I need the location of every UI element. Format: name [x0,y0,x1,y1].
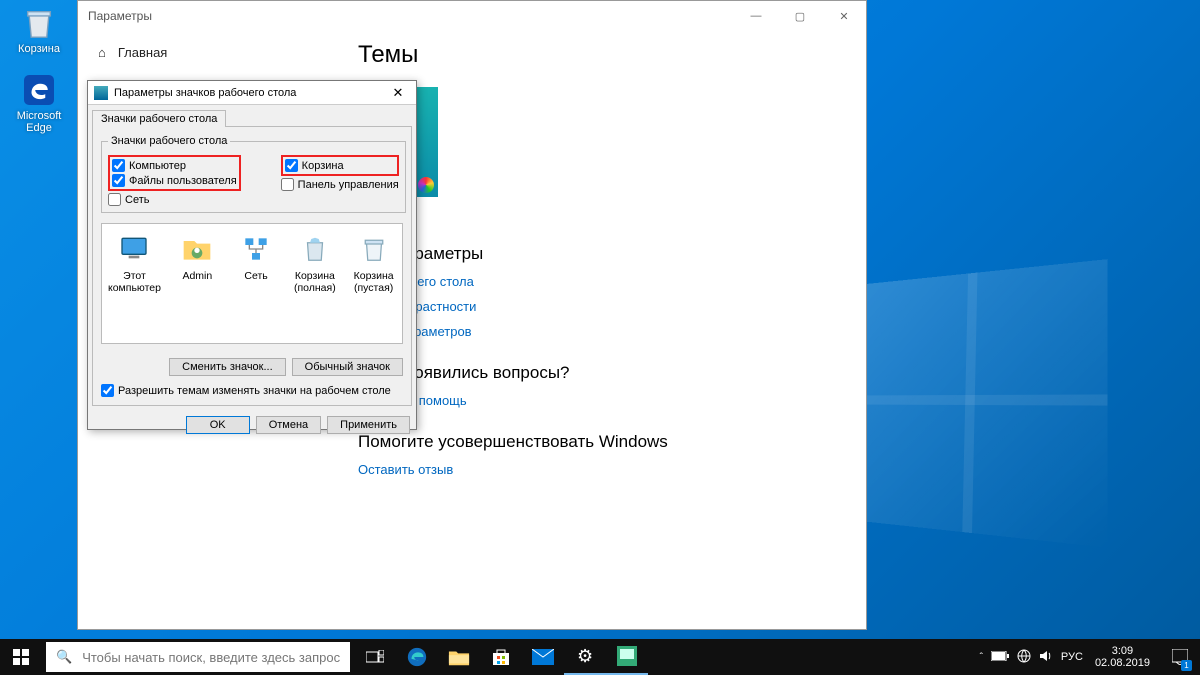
icons-group: Значки рабочего стола Компьютер Файлы по… [101,135,406,213]
checkbox-user-files[interactable]: Файлы пользователя [112,174,237,187]
taskbar-app-settings[interactable]: ⚙ [564,639,606,675]
search-icon: 🔍 [56,649,72,665]
partial-text: вуки [358,205,846,220]
sidebar-home[interactable]: ⌂ Главная [88,41,338,76]
change-icon-button[interactable]: Сменить значок... [169,358,286,376]
section-improve-title: Помогите усовершенствовать Windows [358,432,846,452]
desktop-icon-label: Корзина [18,43,60,55]
tray-battery-icon[interactable] [991,651,1009,664]
window-titlebar[interactable]: Параметры — ▢ ✕ [78,1,866,31]
dialog-title: Параметры значков рабочего стола [114,87,296,99]
taskbar-app-store[interactable] [480,639,522,675]
notification-badge: 1 [1181,660,1192,671]
link-feedback[interactable]: Оставить отзыв [358,462,846,477]
dialog-close-button[interactable]: ✕ [386,85,410,101]
notifications-button[interactable]: 1 [1162,639,1198,675]
start-button[interactable] [0,639,42,675]
network-icon [239,232,273,266]
home-icon: ⌂ [98,45,106,60]
icon-item-network[interactable]: Сеть [234,232,279,282]
search-placeholder: Чтобы начать поиск, введите здесь запрос [82,650,340,665]
ok-button[interactable]: OK [186,416,250,434]
dialog-titlebar[interactable]: Параметры значков рабочего стола ✕ [88,81,416,105]
default-icon-button[interactable]: Обычный значок [292,358,403,376]
section-questions-title: У вас появились вопросы? [358,363,846,383]
desktop-icon-recycle-bin[interactable]: Корзина [10,6,68,55]
tab-desktop-icons[interactable]: Значки рабочего стола [92,110,226,127]
clock-time: 3:09 [1095,645,1150,657]
icon-item-bin-empty[interactable]: Корзина (пустая) [351,232,396,294]
tray-network-icon[interactable] [1017,649,1031,666]
tray-chevron-icon[interactable]: ˆ [980,652,983,663]
recycle-bin-full-icon [298,232,332,266]
tray-volume-icon[interactable] [1039,649,1053,666]
checkbox-recycle-bin[interactable]: Корзина [285,159,395,172]
recycle-bin-icon [22,6,56,40]
maximize-button[interactable]: ▢ [778,1,822,31]
taskview-button[interactable] [354,639,396,675]
taskbar-app-edge[interactable] [396,639,438,675]
link-sync-settings[interactable]: ваших параметров [358,324,846,339]
desktop-icon-edge[interactable]: Microsoft Edge [10,73,68,134]
edge-icon [22,73,56,107]
taskbar-clock[interactable]: 3:09 02.08.2019 [1087,645,1158,669]
desktop-icons-dialog: Параметры значков рабочего стола ✕ Значк… [87,80,417,430]
checkbox-allow-themes[interactable]: Разрешить темам изменять значки на рабоч… [101,384,403,397]
section-related-title: щие параметры [358,244,846,264]
checkbox-computer[interactable]: Компьютер [112,159,237,172]
pc-icon [117,232,151,266]
highlight-box-left: Компьютер Файлы пользователя [108,155,241,191]
user-folder-icon [180,232,214,266]
sidebar-home-label: Главная [118,45,167,60]
icon-preview-grid[interactable]: Этот компьютер Admin Сеть Корзина (полна… [101,223,403,344]
checkbox-control-panel[interactable]: Панель управления [281,178,399,191]
taskbar-app-explorer[interactable] [438,639,480,675]
settings-main: Темы вуки щие параметры ков рабочего сто… [338,31,866,629]
search-box[interactable]: 🔍 Чтобы начать поиск, введите здесь запр… [46,642,350,672]
link-get-help[interactable]: Получить помощь [358,393,846,408]
link-desktop-icons[interactable]: ков рабочего стола [358,274,846,289]
close-button[interactable]: ✕ [822,1,866,31]
icon-item-bin-full[interactable]: Корзина (полная) [292,232,337,294]
taskbar: 🔍 Чтобы начать поиск, введите здесь запр… [0,639,1200,675]
clock-date: 02.08.2019 [1095,657,1150,669]
apply-button[interactable]: Применить [327,416,410,434]
highlight-box-right: Корзина [281,155,399,176]
dialog-icon [94,86,108,100]
desktop-icons: Корзина Microsoft Edge [10,6,68,134]
desktop-icon-label: Microsoft Edge [10,110,68,134]
checkbox-network[interactable]: Сеть [108,193,399,206]
tray-language[interactable]: РУС [1061,651,1083,663]
group-legend: Значки рабочего стола [108,135,230,147]
taskbar-app-mail[interactable] [522,639,564,675]
minimize-button[interactable]: — [734,1,778,31]
icon-item-admin[interactable]: Admin [175,232,220,282]
window-title: Параметры [88,9,152,23]
taskbar-app-screenshot[interactable] [606,639,648,675]
link-high-contrast[interactable]: окой контрастности [358,299,846,314]
recycle-bin-empty-icon [357,232,391,266]
icon-item-this-pc[interactable]: Этот компьютер [108,232,161,294]
page-title: Темы [358,41,846,69]
cancel-button[interactable]: Отмена [256,416,321,434]
